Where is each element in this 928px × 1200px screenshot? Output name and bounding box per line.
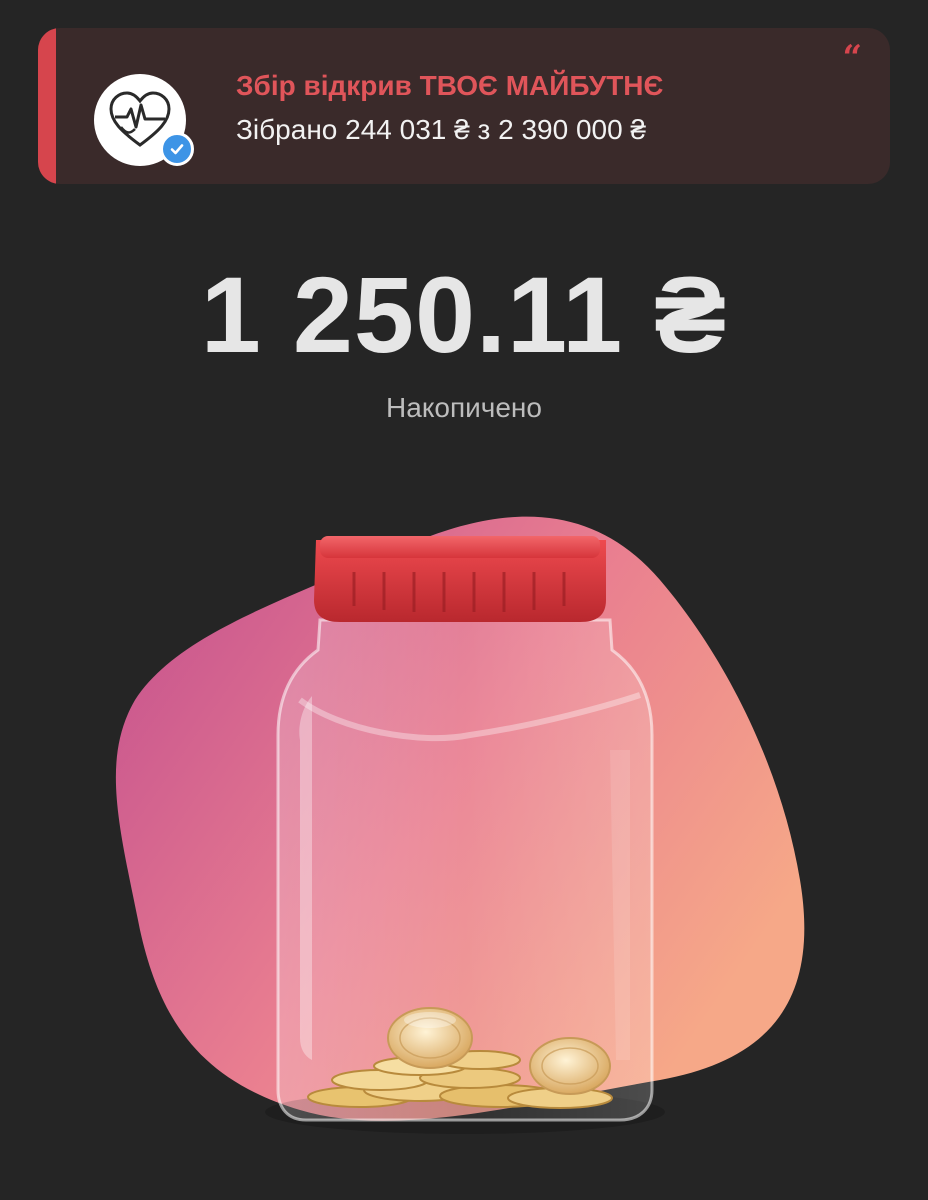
quote-icon: “	[842, 38, 862, 78]
balance-label: Накопичено	[386, 392, 542, 423]
banner-accent-bar	[38, 28, 56, 184]
verified-check-icon	[170, 144, 184, 155]
banner-collected-text: Зібрано 244 031 ₴ з 2 390 000 ₴	[236, 114, 647, 145]
balance-amount: 1 250.11 ₴	[200, 254, 728, 375]
fundraiser-banner[interactable]: Збір відкрив ТВОЄ МАЙБУТНЄ Зібрано 244 0…	[38, 28, 890, 184]
jar-cap-top	[320, 536, 600, 558]
jar-highlight-left	[299, 696, 312, 1060]
verified-badge	[160, 132, 194, 166]
jar-illustration	[115, 516, 805, 1134]
banner-title: Збір відкрив ТВОЄ МАЙБУТНЄ	[236, 70, 664, 101]
